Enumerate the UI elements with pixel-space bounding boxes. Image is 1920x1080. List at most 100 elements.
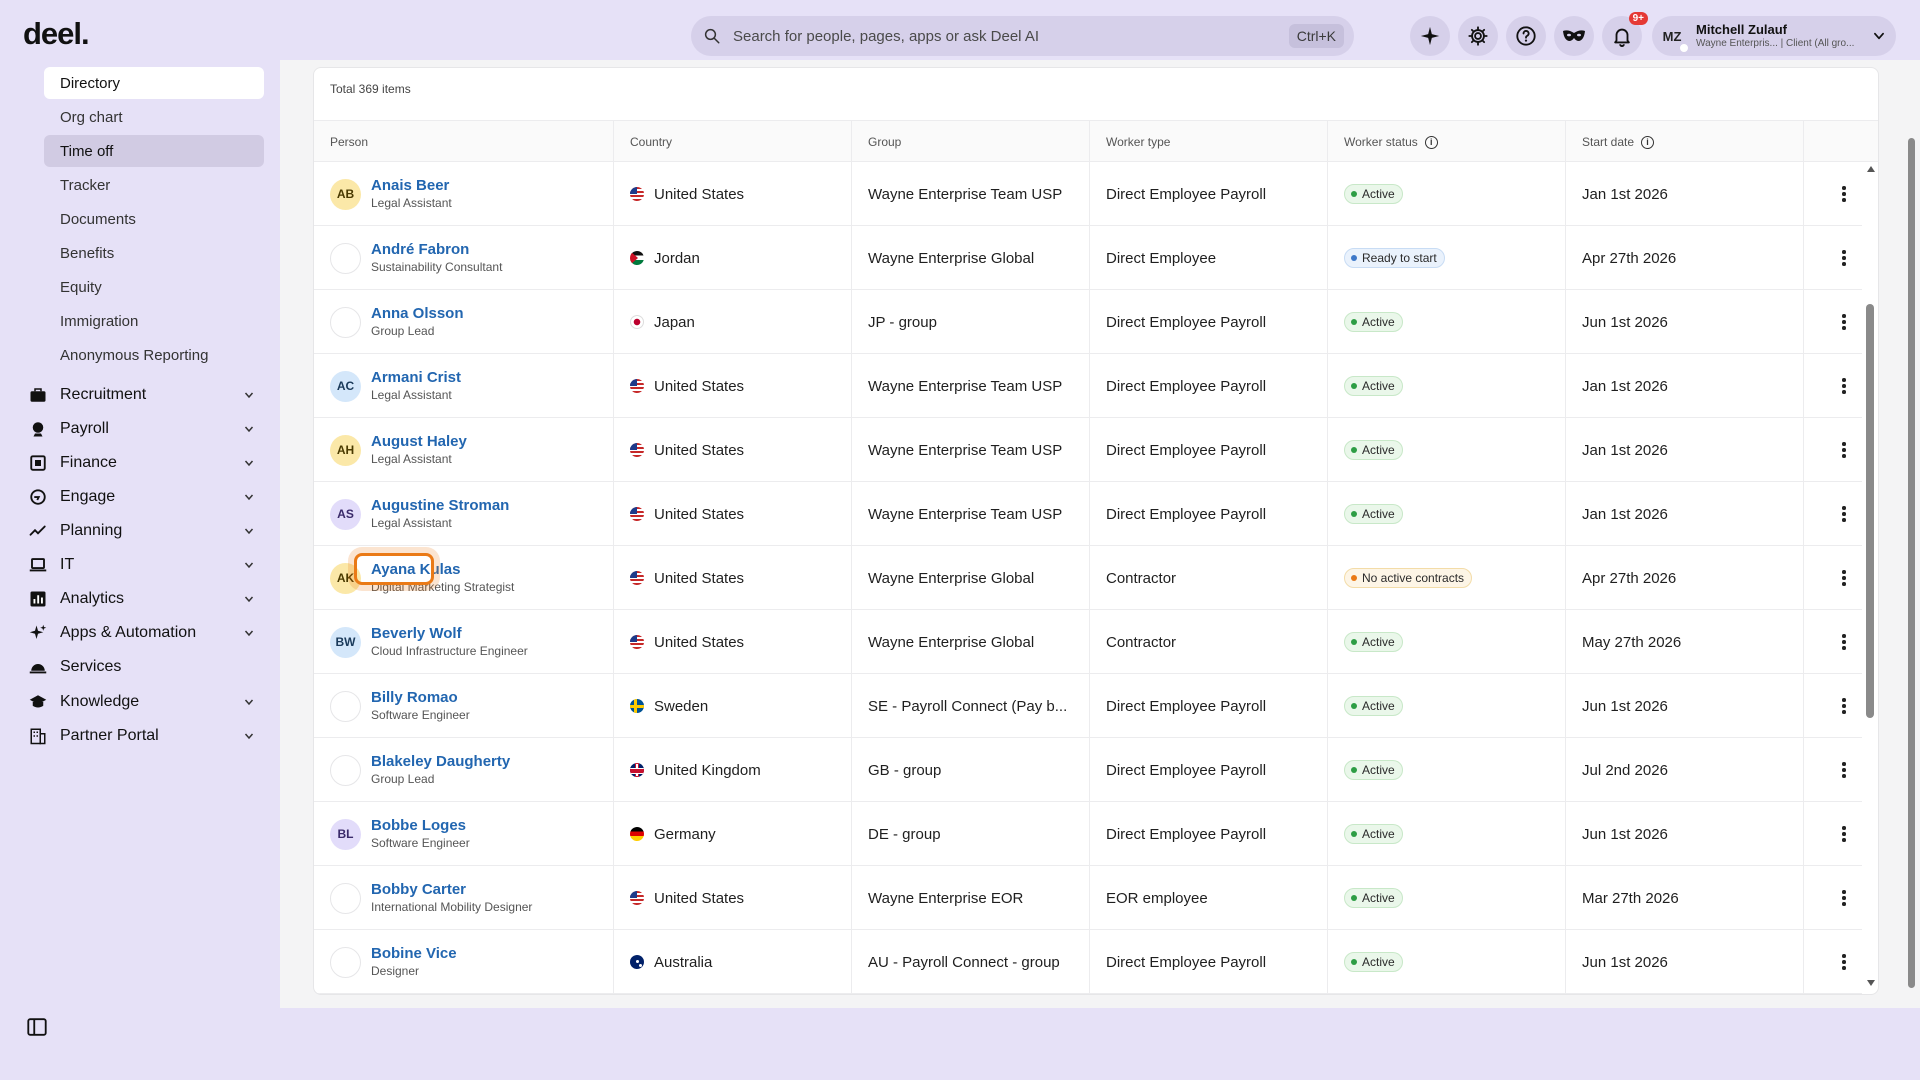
worker-status-cell: Active	[1328, 802, 1566, 866]
person-name-link[interactable]: August Haley	[371, 433, 467, 452]
sidebar-item-anonymous-reporting[interactable]: Anonymous Reporting	[44, 339, 264, 371]
scroll-down-icon[interactable]	[1867, 980, 1875, 986]
sidebar-item-finance[interactable]: Finance	[28, 447, 256, 479]
start-date-cell: Jun 1st 2026	[1566, 674, 1804, 738]
scroll-up-icon[interactable]	[1867, 166, 1875, 172]
table-row[interactable]: AH August Haley Legal Assistant United Stat…	[314, 418, 1862, 482]
sidebar-item-apps-automation[interactable]: Apps & Automation	[28, 617, 256, 649]
table-row[interactable]: BL Bobbe Loges Software Engineer Germany DE …	[314, 802, 1862, 866]
status-badge: No active contracts	[1344, 568, 1473, 588]
mask-icon	[1563, 30, 1585, 41]
settings-button[interactable]	[1458, 16, 1498, 56]
row-actions-icon[interactable]	[1834, 248, 1854, 268]
person-name-link[interactable]: André Fabron	[371, 241, 502, 260]
column-header-group[interactable]: Group	[852, 121, 1090, 163]
sidebar-item-partner-portal[interactable]: Partner Portal	[28, 720, 256, 752]
sidebar-item-time-off[interactable]: Time off	[44, 135, 264, 167]
person-name-link[interactable]: Augustine Stroman	[371, 497, 509, 516]
row-actions-icon[interactable]	[1834, 952, 1854, 972]
status-dot	[1351, 255, 1357, 261]
table-row[interactable]: BW Beverly Wolf Cloud Infrastructure Engin…	[314, 610, 1862, 674]
sidebar-item-it[interactable]: IT	[28, 549, 256, 581]
row-actions-icon[interactable]	[1834, 888, 1854, 908]
directory-table-card: Total 369 items Person Country Group Wor…	[313, 67, 1879, 995]
sidebar-item-directory[interactable]: Directory	[44, 67, 264, 99]
table-row[interactable]: Bobby Carter International Mobility Desig…	[314, 866, 1862, 930]
bell-icon	[1614, 28, 1630, 47]
ai-sparkle-button[interactable]	[1410, 16, 1450, 56]
notifications-button[interactable]: 9+	[1602, 12, 1648, 56]
person-name-link[interactable]: Anna Olsson	[371, 305, 464, 324]
sidebar-item-planning[interactable]: Planning	[28, 515, 256, 547]
column-header-worker-status[interactable]: Worker status i	[1328, 121, 1566, 163]
table-row[interactable]: AS Augustine Stroman Legal Assistant United…	[314, 482, 1862, 546]
table-scrollbar-thumb[interactable]	[1866, 304, 1874, 718]
sidebar-item-payroll[interactable]: Payroll	[28, 413, 256, 445]
flag-jo-icon	[630, 251, 644, 265]
sidebar-item-label: Payroll	[60, 420, 109, 437]
worker-status-cell: Active	[1328, 674, 1566, 738]
avatar	[330, 690, 361, 722]
table-row[interactable]: Bobine Vice Designer Australia AU - Payroll…	[314, 930, 1862, 994]
sidebar-item-immigration[interactable]: Immigration	[44, 305, 264, 337]
sidebar-item-engage[interactable]: Engage	[28, 481, 256, 513]
help-icon	[1516, 26, 1536, 46]
table-row[interactable]: André Fabron Sustainability Consultant Jor…	[314, 226, 1862, 290]
sidebar-item-analytics[interactable]: Analytics	[28, 583, 256, 615]
row-actions-icon[interactable]	[1834, 376, 1854, 396]
sidebar-item-benefits[interactable]: Benefits	[44, 237, 264, 269]
sidebar-item-documents[interactable]: Documents	[44, 203, 264, 235]
table-row[interactable]: AK Ayana Kulas Digital Marketing Strategis…	[314, 546, 1862, 610]
row-actions-icon[interactable]	[1834, 312, 1854, 332]
table-row[interactable]: Billy Romao Software Engineer Sweden SE - P…	[314, 674, 1862, 738]
worker-type-cell: Contractor	[1090, 610, 1328, 674]
collapse-sidebar-button[interactable]	[26, 1016, 50, 1040]
mask-button[interactable]	[1554, 16, 1594, 56]
country-name: Sweden	[654, 697, 709, 715]
column-header-country[interactable]: Country	[614, 121, 852, 163]
row-actions-icon[interactable]	[1834, 632, 1854, 652]
page-scrollbar-thumb[interactable]	[1908, 138, 1915, 988]
row-actions-icon[interactable]	[1834, 440, 1854, 460]
table-row[interactable]: Blakeley Daugherty Group Lead United Kingd…	[314, 738, 1862, 802]
person-name-link[interactable]: Beverly Wolf	[371, 625, 528, 644]
info-icon[interactable]: i	[1641, 135, 1655, 149]
person-name-link[interactable]: Armani Crist	[371, 369, 461, 388]
search-bar[interactable]: Search for people, pages, apps or ask De…	[691, 16, 1354, 56]
chevron-down-icon	[242, 695, 256, 709]
column-header-worker-type[interactable]: Worker type	[1090, 121, 1328, 163]
sidebar-item-services[interactable]: Services	[28, 651, 256, 683]
row-actions-icon[interactable]	[1834, 760, 1854, 780]
status-label: Active	[1362, 699, 1395, 713]
person-name-link[interactable]: Anais Beer	[371, 177, 452, 196]
person-cell: BW Beverly Wolf Cloud Infrastructure Engin…	[314, 610, 614, 674]
table-row[interactable]: AB Anais Beer Legal Assistant United States…	[314, 162, 1862, 226]
person-name-link[interactable]: Bobby Carter	[371, 881, 532, 900]
deel-logo[interactable]: deel.	[23, 16, 90, 52]
person-name-link[interactable]: Billy Romao	[371, 689, 470, 708]
info-icon[interactable]: i	[1424, 135, 1438, 149]
avatar	[330, 242, 361, 274]
row-actions-icon[interactable]	[1834, 184, 1854, 204]
table-row[interactable]: AC Armani Crist Legal Assistant United Stat…	[314, 354, 1862, 418]
status-label: Active	[1362, 507, 1395, 521]
person-name-link[interactable]: Blakeley Daugherty	[371, 753, 510, 772]
user-menu[interactable]: MZ Mitchell Zulauf Wayne Enterpris... | …	[1652, 16, 1896, 56]
sidebar-item-tracker[interactable]: Tracker	[44, 169, 264, 201]
sidebar-item-org-chart[interactable]: Org chart	[44, 101, 264, 133]
help-button[interactable]	[1506, 16, 1546, 56]
column-header-start-date[interactable]: Start date i	[1566, 121, 1804, 163]
sidebar-item-equity[interactable]: Equity	[44, 271, 264, 303]
sidebar-item-knowledge[interactable]: Knowledge	[28, 686, 256, 718]
worker-type-cell: Direct Employee Payroll	[1090, 482, 1328, 546]
row-actions-icon[interactable]	[1834, 568, 1854, 588]
table-row[interactable]: Anna Olsson Group Lead Japan JP - group Dire…	[314, 290, 1862, 354]
person-name-link[interactable]: Bobine Vice	[371, 945, 457, 964]
sidebar-item-recruitment[interactable]: Recruitment	[28, 379, 256, 411]
row-actions-icon[interactable]	[1834, 824, 1854, 844]
column-header-person[interactable]: Person	[314, 121, 614, 163]
row-actions-icon[interactable]	[1834, 696, 1854, 716]
person-name-link[interactable]: Bobbe Loges	[371, 817, 470, 836]
status-dot	[1351, 959, 1357, 965]
row-actions-icon[interactable]	[1834, 504, 1854, 524]
